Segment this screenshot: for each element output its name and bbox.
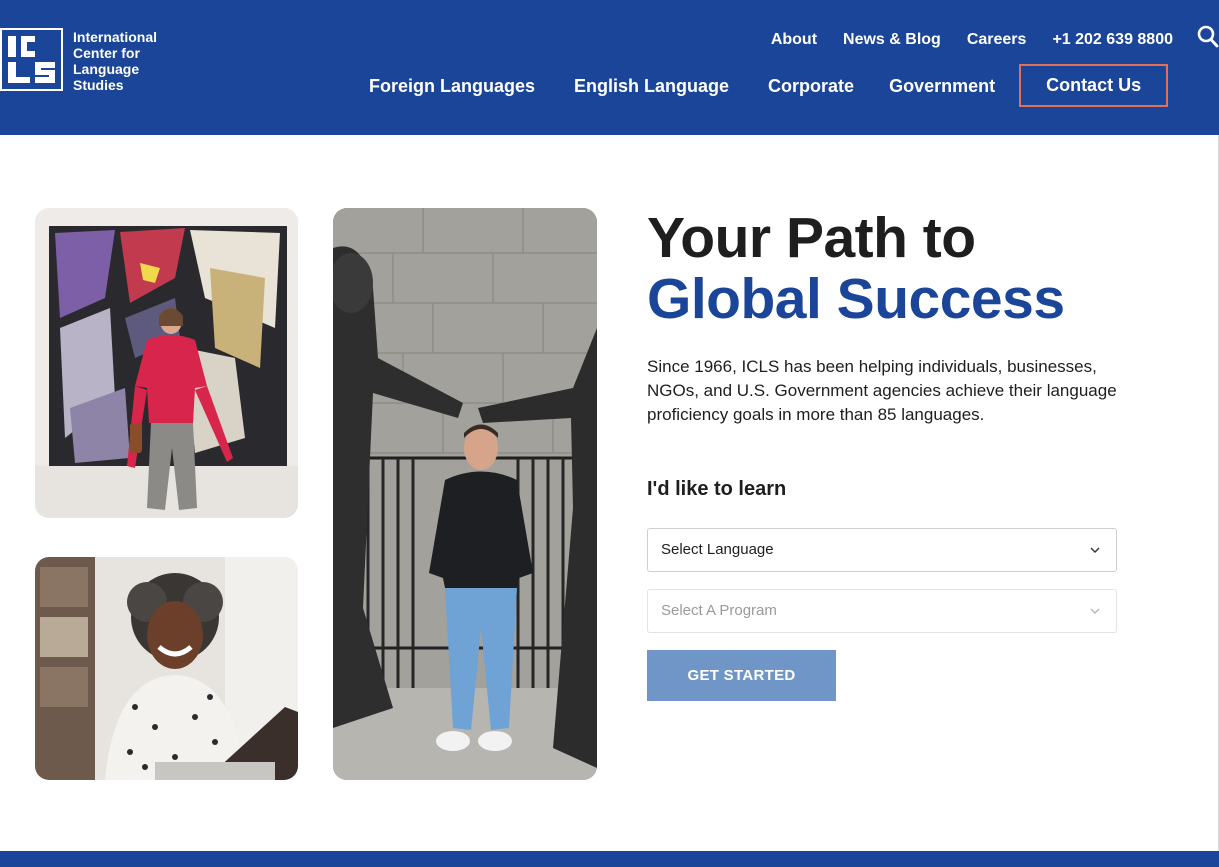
icls-logo-mark xyxy=(0,28,63,91)
logo-line: Center for xyxy=(73,45,140,61)
logo-line: Studies xyxy=(73,77,124,93)
photo-student-at-gallery xyxy=(35,208,298,518)
logo-wordmark: International Center for Language Studie… xyxy=(73,29,157,93)
hero-description: Since 1966, ICLS has been helping indivi… xyxy=(647,357,1117,424)
program-select-value: Select A Program xyxy=(661,602,777,619)
get-started-button[interactable]: GET STARTED xyxy=(647,650,836,701)
chevron-down-icon xyxy=(1090,608,1100,614)
photo-student-at-laptop xyxy=(35,557,298,780)
hero-title-line2: Global Success xyxy=(647,267,1065,331)
learn-label: I'd like to learn xyxy=(647,478,787,500)
contact-us-button[interactable]: Contact Us xyxy=(1019,64,1169,107)
nav-link-news-blog[interactable]: News & Blog xyxy=(843,30,941,50)
nav-link-careers[interactable]: Careers xyxy=(967,30,1027,50)
language-select[interactable]: Select Language xyxy=(647,528,1117,572)
phone-link[interactable]: +1 202 639 8800 xyxy=(1052,30,1173,50)
logo-line: International xyxy=(73,29,158,45)
program-select[interactable]: Select A Program xyxy=(647,589,1117,633)
footer-strip xyxy=(0,851,1219,867)
chevron-down-icon xyxy=(1090,547,1100,553)
photo-student-with-statues xyxy=(333,208,597,780)
nav-foreign-languages[interactable]: Foreign Languages xyxy=(369,65,535,107)
utility-nav: About News & Blog Careers +1 202 639 880… xyxy=(771,30,1173,50)
language-select-value: Select Language xyxy=(661,541,774,558)
nav-corporate[interactable]: Corporate xyxy=(768,65,854,107)
logo-line: Language xyxy=(73,61,140,77)
main-nav: Foreign Languages English Language Corpo… xyxy=(369,64,1169,107)
site-logo[interactable]: International Center for Language Studie… xyxy=(0,28,157,93)
hero-title-line1: Your Path to xyxy=(647,206,976,270)
search-icon[interactable] xyxy=(1197,25,1219,49)
nav-government[interactable]: Government xyxy=(889,65,995,107)
nav-link-about[interactable]: About xyxy=(771,30,817,50)
site-header: International Center for Language Studie… xyxy=(0,0,1219,135)
hero-title: Your Path to Global Success xyxy=(647,208,1065,330)
nav-english-language[interactable]: English Language xyxy=(574,65,729,107)
